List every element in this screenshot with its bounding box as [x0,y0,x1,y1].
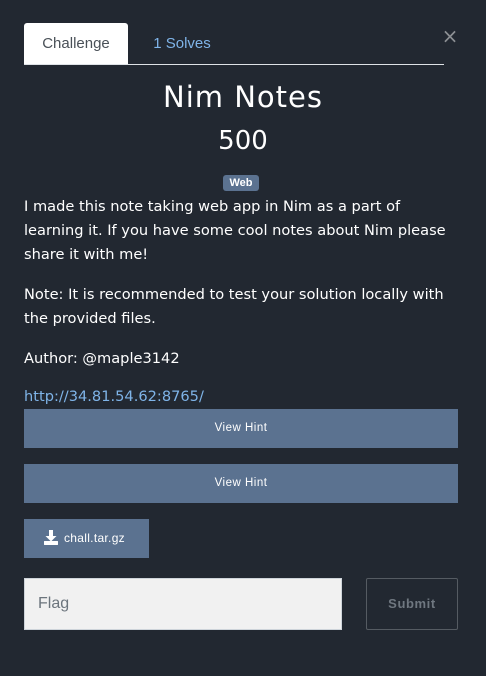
tab-challenge[interactable]: Challenge [24,23,128,64]
flag-input[interactable] [24,578,342,630]
close-icon: × [441,24,459,48]
tab-bar: Challenge 1 Solves [24,23,444,65]
challenge-points: 500 [218,126,268,156]
file-name: chall.tar.gz [64,531,125,545]
view-hint-button[interactable]: View Hint [24,464,458,503]
category-badge: Web [223,175,259,191]
description-author: Author: @maple3142 [24,350,180,367]
description-paragraph: I made this note taking web app in Nim a… [24,198,446,263]
view-hint-button[interactable]: View Hint [24,409,458,448]
description-note: Note: It is recommended to test your sol… [24,286,444,327]
challenge-modal: × Challenge 1 Solves Nim Notes 500 Web I… [0,0,486,676]
challenge-title: Nim Notes [163,80,323,114]
download-file-button[interactable]: chall.tar.gz [24,519,149,558]
challenge-link[interactable]: http://34.81.54.62:8765/ [24,387,204,407]
tab-solves[interactable]: 1 Solves [132,23,232,64]
download-icon [44,530,58,545]
submit-button[interactable]: Submit [366,578,458,630]
